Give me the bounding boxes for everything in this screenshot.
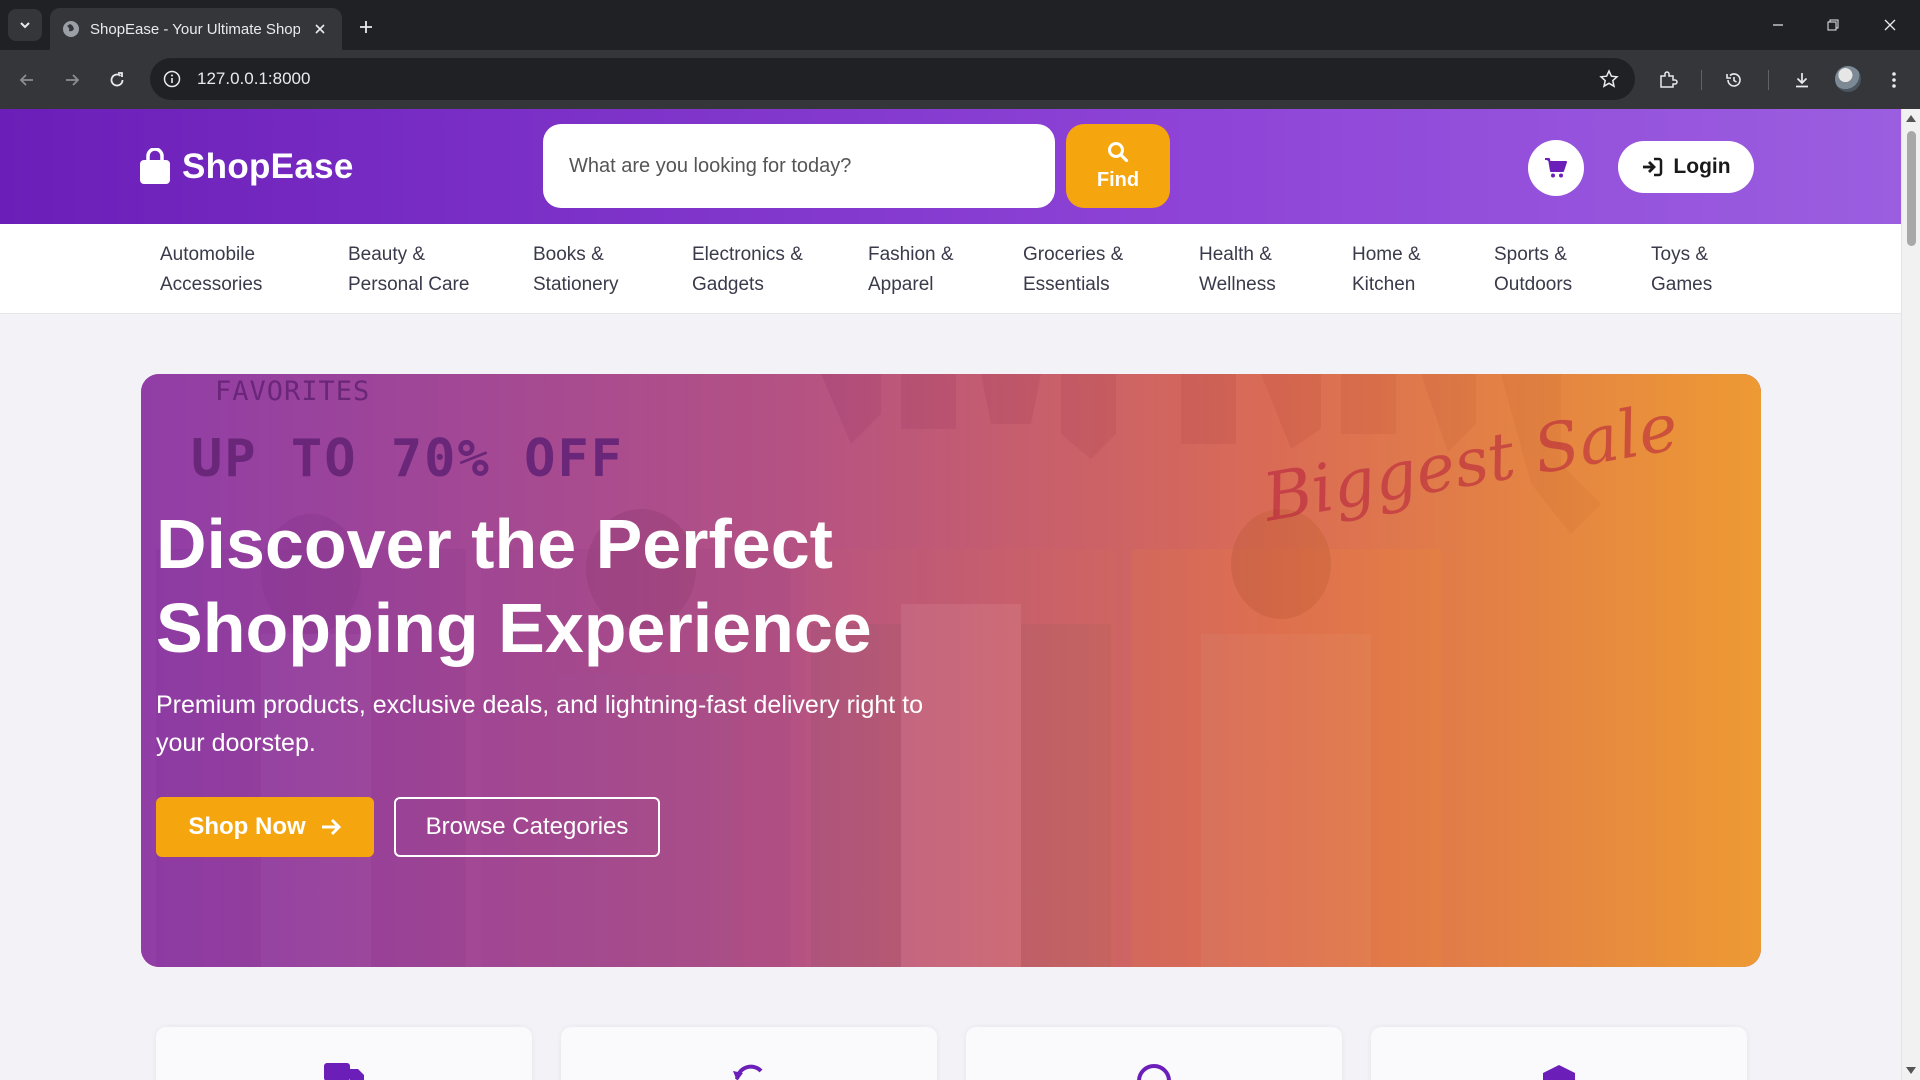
history-icon [1726,73,1741,87]
browse-categories-button[interactable]: Browse Categories [394,797,660,857]
chevron-down-icon [20,22,30,29]
banner-promo-text: UP TO 70% OFF [191,429,624,489]
toolbar-divider [1701,70,1702,90]
browser-menu-button[interactable] [1880,66,1908,94]
tab-title: ShopEase - Your Ultimate Shopping Destin… [90,20,300,38]
browser-tab[interactable]: ShopEase - Your Ultimate Shopping Destin… [50,8,342,50]
login-label: Login [1673,155,1731,178]
category-groceries-essentials[interactable]: Groceries & Essentials [1023,240,1123,300]
brand-name: ShopEase [182,147,354,186]
hero-headline: Discover the Perfect Shopping Experience [156,505,872,667]
arrow-right-icon [66,74,80,86]
close-window-button[interactable] [1872,10,1908,40]
page-scrollbar[interactable] [1901,109,1920,1080]
downloads-button[interactable] [1788,66,1816,94]
toolbar-divider [1768,70,1769,90]
scroll-down-arrow[interactable] [1906,1067,1916,1074]
scrollbar-thumb[interactable] [1907,131,1916,246]
hero-banner: FAVORITES UP TO 70% OFF Biggest Sale Dis… [141,374,1761,967]
back-button[interactable] [12,65,42,95]
find-button[interactable]: Find [1066,124,1170,208]
category-books-stationery[interactable]: Books & Stationery [533,240,619,300]
profile-avatar[interactable] [1835,66,1861,92]
restore-button[interactable] [1815,10,1851,40]
page-viewport: ShopEase Find Login AutomobileAccessorie… [0,109,1901,1080]
extensions-button[interactable] [1654,66,1682,94]
download-icon [1796,73,1808,88]
search-input[interactable] [543,124,1055,208]
browser-toolbar: 127.0.0.1:8000 [0,50,1920,109]
return-icon [733,1064,763,1080]
reload-button[interactable] [102,65,132,95]
minimize-button[interactable] [1760,10,1796,40]
restore-icon [1827,19,1839,31]
category-automobile-accessories[interactable]: Automobile Accessories [160,240,262,300]
feature-card [966,1027,1342,1080]
puzzle-icon [1660,71,1678,88]
browse-categories-label: Browse Categories [425,813,629,840]
arrow-right-icon [321,818,341,836]
category-toys-games[interactable]: Toys & Games [1651,240,1712,300]
shopping-bag-icon [140,148,170,184]
category-health-wellness[interactable]: Health & Wellness [1199,240,1276,300]
close-tab-icon[interactable] [310,19,330,39]
minimize-icon [1773,24,1783,26]
shield-icon [1543,1065,1575,1080]
forward-button[interactable] [57,65,87,95]
kebab-menu-icon [1892,72,1896,88]
hero-subheading: Premium products, exclusive deals, and l… [156,691,924,757]
shop-now-label: Shop Now [188,813,306,840]
headset-icon [1137,1064,1171,1080]
browser-tab-bar: ShopEase - Your Ultimate Shopping Destin… [0,0,1920,50]
tab-search-button[interactable] [8,9,42,41]
category-nav: Automobile Accessories Beauty & Personal C… [0,224,1901,314]
url-text: 127.0.0.1:8000 [197,69,311,88]
site-header: ShopEase Find Login [0,109,1901,224]
scroll-up-arrow[interactable] [1906,115,1916,122]
search-icon [1108,141,1129,162]
cart-icon [1545,158,1567,178]
category-sports-outdoors[interactable]: Sports & Outdoors [1494,240,1572,300]
site-info-icon[interactable] [160,67,184,91]
new-tab-button[interactable] [352,13,380,41]
arrow-left-icon [19,74,33,86]
find-label: Find [1096,168,1140,191]
globe-icon [63,21,79,37]
login-button[interactable]: Login [1618,141,1754,193]
sign-in-icon [1643,157,1663,177]
category-beauty-personal-care[interactable]: Beauty & Personal Care [348,240,469,300]
feature-card [561,1027,937,1080]
category-electronics-gadgets[interactable]: Electronics & Gadgets [692,240,803,300]
category-fashion-apparel[interactable]: Fashion & Apparel [868,240,954,300]
plus-icon [360,21,372,33]
close-icon [1884,19,1896,31]
shop-now-button[interactable]: Shop Now [156,797,374,857]
category-home-kitchen[interactable]: Home & Kitchen [1352,240,1421,300]
reload-icon [110,72,124,87]
banner-top-text: FAVORITES [215,376,371,407]
feature-card [156,1027,532,1080]
site-logo[interactable]: ShopEase [138,147,354,187]
address-bar[interactable]: 127.0.0.1:8000 [150,58,1635,100]
bookmark-star-icon[interactable] [1597,67,1621,91]
feature-card [1371,1027,1747,1080]
truck-icon [324,1063,364,1080]
search-box [543,124,1055,208]
history-button[interactable] [1720,66,1748,94]
cart-button[interactable] [1528,140,1584,196]
